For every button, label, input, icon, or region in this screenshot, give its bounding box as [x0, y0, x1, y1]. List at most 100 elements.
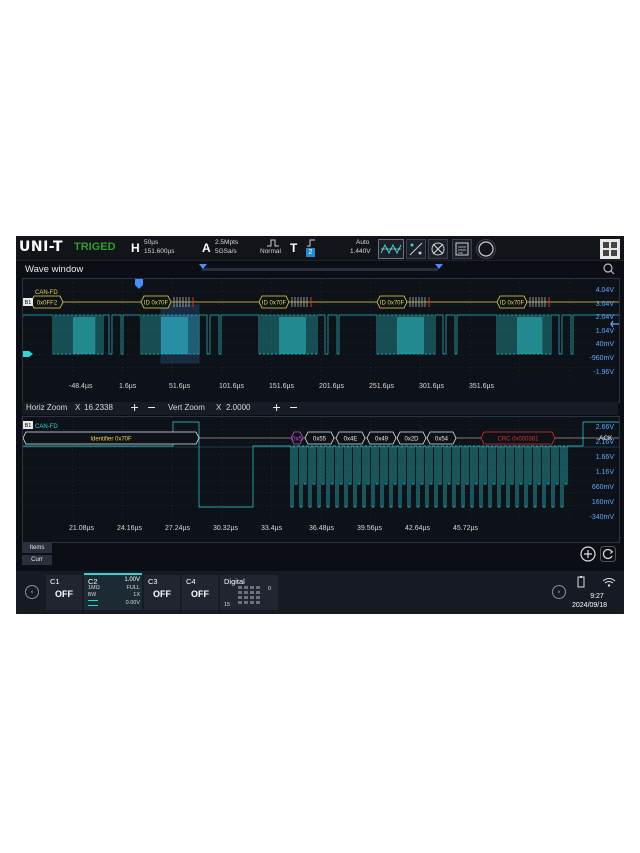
digital-bit-cell: [250, 586, 254, 589]
channel-c1-state: OFF: [55, 589, 73, 599]
digital-bit-cell: [244, 601, 248, 604]
channel-c2-impedance: 1MΩ: [88, 585, 100, 591]
detail-time-label-6: 39.56µs: [357, 525, 383, 532]
trigger-level[interactable]: 1.440V: [350, 248, 371, 256]
digital-bit-cell: [256, 601, 260, 604]
search-icon[interactable]: [603, 263, 615, 275]
overview-time-label-7: 301.6µs: [419, 383, 445, 390]
curr-button[interactable]: Curr: [22, 555, 52, 565]
detail-time-label-5: 36.48µs: [309, 525, 335, 532]
digital-bit-cell: [256, 596, 260, 599]
refresh-icon[interactable]: [600, 546, 616, 562]
acquire-mode[interactable]: Normal: [260, 248, 281, 256]
channel-c2-offset: 0.00V: [125, 600, 140, 606]
trigger-mode[interactable]: Auto: [356, 239, 369, 247]
acquire-points[interactable]: 2.5Mpts: [215, 239, 238, 247]
oscilloscope-screen: UNI-T TRIGED H 50µs 151.600µs A 2.5Mpts …: [16, 236, 624, 614]
scroll-right-marker-icon: [435, 264, 443, 269]
overview-time-label-4: 151.6µs: [269, 383, 295, 390]
digital-bit-cell: [238, 591, 242, 594]
overview-burst-fill-5: [517, 317, 543, 354]
digital-name: Digital: [224, 577, 245, 586]
vert-zoom-minus-button[interactable]: −: [289, 401, 298, 414]
detail-time-label-3: 30.32µs: [213, 525, 239, 532]
detail-data-byte-5: 0x54: [426, 431, 457, 445]
trigger-source[interactable]: 2: [306, 248, 315, 257]
detail-data-byte-2-text: 0x4E: [344, 436, 358, 442]
vert-zoom-x: X: [216, 403, 222, 412]
acquire-key[interactable]: A: [202, 241, 211, 255]
detail-data-byte-4-text: 0x2D: [404, 436, 419, 442]
digital-bottom-bit: 15: [224, 602, 231, 608]
horiz-zoom-value[interactable]: 16.2338: [84, 403, 113, 412]
measure-wave-icon[interactable]: [378, 239, 404, 259]
overview-frame-first-text: 0x0FF2: [37, 300, 58, 306]
detail-time-label-4: 33.4µs: [261, 525, 283, 532]
channel-2-ground-marker: [23, 351, 33, 357]
channel-c3[interactable]: C3 OFF: [144, 575, 180, 610]
digital-bit-cell: [256, 591, 260, 594]
channel-c2[interactable]: C2 1.00V 1MΩ FULL BW 1X 0.00V: [84, 573, 142, 610]
overview-frame-4: ID 0x70F: [496, 295, 528, 309]
channel-c1-name: C1: [50, 577, 60, 586]
digital-bit-cell: [250, 591, 254, 594]
overview-time-label-0: -48.4µs: [69, 383, 93, 390]
digital-bit-cell: [250, 601, 254, 604]
cursor-icon[interactable]: [406, 239, 426, 259]
channel-next-icon[interactable]: ›: [552, 585, 566, 599]
horizontal-scale[interactable]: 50µs: [144, 239, 158, 247]
top-bar: UNI-T TRIGED H 50µs 151.600µs A 2.5Mpts …: [16, 236, 624, 261]
digital-bit-cell: [256, 586, 260, 589]
horizontal-key[interactable]: H: [131, 241, 140, 255]
layout-grid-icon[interactable]: [600, 239, 620, 259]
channel-c2-bw-label: BW: [88, 592, 97, 598]
digital-top-bit: 0: [267, 586, 271, 592]
overview-frame-2: ID 0x70F: [258, 295, 290, 309]
wave-window-header: Wave window: [22, 263, 618, 277]
trigger-status: TRIGED: [74, 241, 116, 253]
channel-c4[interactable]: C4 OFF: [182, 575, 218, 610]
horiz-zoom-plus-button[interactable]: +: [130, 401, 139, 414]
detail-time-label-8: 45.72µs: [453, 525, 479, 532]
detail-volt-label-5: 160mV: [591, 499, 614, 506]
math-icon[interactable]: [428, 239, 448, 259]
horiz-zoom-label: Horiz Zoom: [26, 403, 68, 412]
overview-waveform-panel[interactable]: 0x0FF2 ID 0x70F ID 0x70F ID 0x70F ID 0x70F B1…: [22, 278, 620, 403]
add-measure-icon[interactable]: [580, 546, 596, 562]
channel-prev-icon[interactable]: ‹: [25, 585, 39, 599]
detail-dlc-frame-text: 0x5: [292, 436, 302, 442]
overview-volt-label-2: 2.04V: [595, 314, 614, 322]
overview-scroll-track[interactable]: [202, 268, 438, 271]
run-stop-icon[interactable]: [476, 239, 496, 259]
vert-zoom-value[interactable]: 2.0000: [226, 403, 250, 412]
items-button[interactable]: Items: [22, 543, 52, 553]
overview-time-label-5: 201.6µs: [319, 383, 345, 390]
wifi-icon: [602, 578, 616, 587]
channel-digital[interactable]: Digital 0 15: [220, 575, 278, 610]
overview-burst-fill-1: [73, 317, 96, 354]
vert-zoom-plus-button[interactable]: +: [272, 401, 281, 414]
horizontal-offset[interactable]: 151.600µs: [144, 248, 175, 256]
detail-time-label-1: 24.16µs: [117, 525, 143, 532]
channel-c4-state: OFF: [191, 589, 209, 599]
overview-frame-1-text: ID 0x70F: [144, 300, 169, 306]
channel-c1[interactable]: C1 OFF: [46, 575, 82, 610]
channel-c3-state: OFF: [153, 589, 171, 599]
horiz-zoom-minus-button[interactable]: −: [147, 401, 156, 414]
channel-c4-name: C4: [186, 577, 196, 586]
overview-time-label-1: 1.6µs: [119, 383, 137, 390]
trigger-key[interactable]: T: [290, 241, 297, 255]
digital-bit-cell: [250, 596, 254, 599]
zoom-region-box: [160, 304, 200, 364]
acquire-rate[interactable]: 5GSa/s: [215, 248, 237, 256]
display-icon[interactable]: [452, 239, 472, 259]
detail-identifier-frame-text: Identifier 0x70F: [90, 436, 132, 442]
zoom-bar: Horiz Zoom X 16.2338 + − Vert Zoom X 2.0…: [22, 401, 618, 415]
channel-c2-probe: 1X: [133, 592, 140, 598]
detail-bus-label: CAN-FD: [35, 424, 58, 430]
channel-c2-scale: 1.00V: [124, 577, 140, 583]
detail-volt-label-2: 1.66V: [595, 454, 614, 461]
detail-volt-label-3: 1.16V: [595, 469, 614, 476]
detail-data-byte-1-text: 0x55: [313, 436, 327, 442]
zoom-waveform-panel[interactable]: Identifier 0x70F 0x5 0x55 0x4E 0x49 0x2D 0x54 C…: [22, 416, 620, 543]
